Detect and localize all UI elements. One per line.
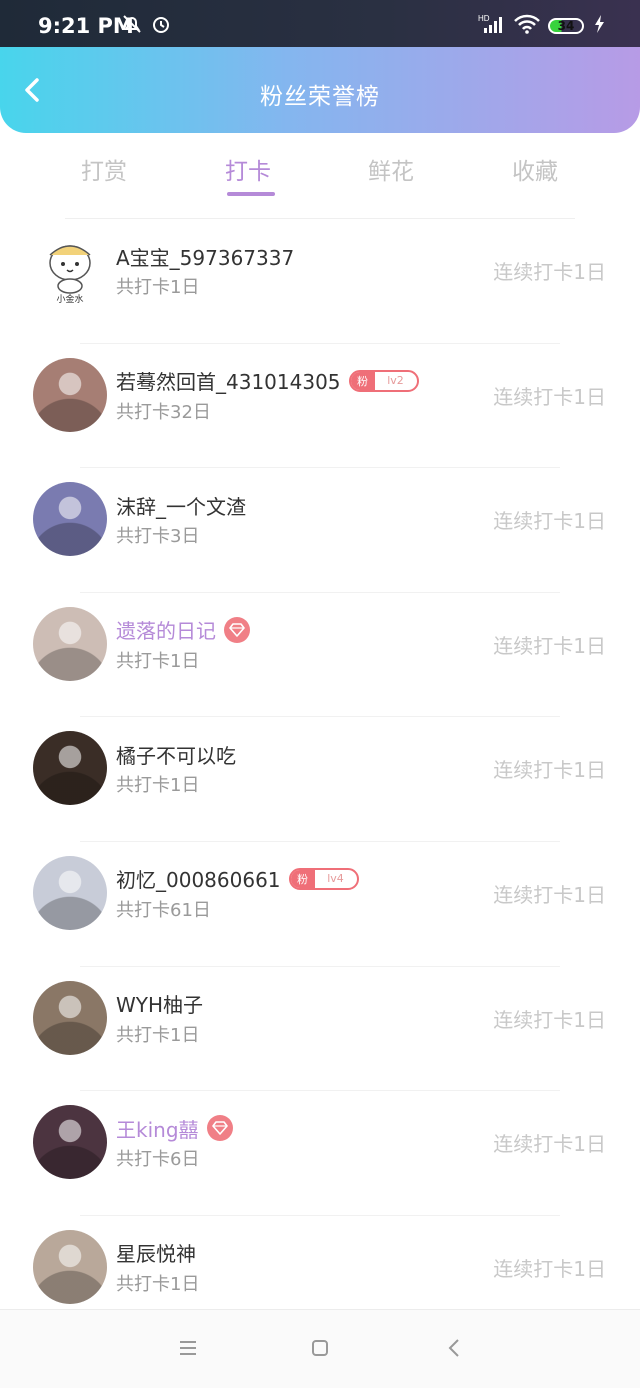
avatar[interactable] bbox=[33, 1229, 107, 1304]
streak-checkins: 连续打卡1日 bbox=[493, 384, 606, 409]
user-name[interactable]: 遗落的日记 bbox=[116, 615, 216, 644]
user-name[interactable]: A宝宝_597367337 bbox=[116, 242, 294, 271]
streak-checkins: 连续打卡1日 bbox=[493, 758, 606, 783]
avatar[interactable] bbox=[33, 606, 107, 681]
tab-bar: 打赏 打卡 鲜花 收藏 bbox=[0, 135, 640, 205]
fan-badge-level: lv2 bbox=[387, 374, 404, 388]
name-line: 若蓦然回首_431014305 粉 lv2 bbox=[116, 367, 419, 395]
fan-badge-key: 粉 bbox=[350, 371, 375, 390]
list-item[interactable]: 小金水 A宝宝_597367337 共打卡1日 连续打卡1日 bbox=[0, 219, 640, 344]
name-line: 王king囍 bbox=[116, 1114, 233, 1142]
streak-checkins: 连续打卡1日 bbox=[493, 882, 606, 907]
tab-label: 收藏 bbox=[512, 159, 558, 185]
mute-bell-icon bbox=[123, 15, 141, 33]
menu-icon[interactable] bbox=[178, 1338, 198, 1358]
streak-checkins: 连续打卡1日 bbox=[493, 1132, 606, 1157]
total-checkins: 共打卡1日 bbox=[116, 775, 200, 797]
hd-signal-icon: HD bbox=[478, 14, 502, 33]
total-checkins: 共打卡3日 bbox=[116, 526, 200, 548]
svg-text:HD: HD bbox=[478, 14, 490, 23]
streak-checkins: 连续打卡1日 bbox=[493, 633, 606, 658]
name-line: 沫辞_一个文渣 bbox=[116, 491, 246, 519]
fan-level-badge: 粉 lv2 bbox=[348, 369, 419, 392]
charging-icon bbox=[595, 15, 604, 33]
list-item[interactable]: 遗落的日记 共打卡1日 连续打卡1日 bbox=[0, 593, 640, 718]
fan-level-badge: 粉 lv4 bbox=[288, 867, 359, 890]
avatar[interactable] bbox=[33, 731, 107, 806]
user-name[interactable]: 若蓦然回首_431014305 bbox=[116, 366, 341, 395]
total-checkins: 共打卡6日 bbox=[116, 1149, 200, 1171]
list-item[interactable]: 王king囍 共打卡6日 连续打卡1日 bbox=[0, 1091, 640, 1216]
total-checkins: 共打卡1日 bbox=[116, 650, 200, 672]
name-line: 星辰悦神 bbox=[116, 1239, 196, 1267]
avatar[interactable] bbox=[33, 482, 107, 557]
status-bar: 9:21 PM HD 34 bbox=[0, 0, 640, 48]
name-line: 遗落的日记 bbox=[116, 616, 250, 644]
total-checkins: 共打卡1日 bbox=[116, 1024, 200, 1046]
avatar[interactable] bbox=[33, 980, 107, 1055]
total-checkins: 共打卡61日 bbox=[116, 899, 211, 921]
tab-reward[interactable]: 打赏 bbox=[59, 152, 149, 186]
user-name[interactable]: 星辰悦神 bbox=[116, 1238, 196, 1267]
user-name[interactable]: 初忆_000860661 bbox=[116, 864, 281, 893]
fan-badge-key: 粉 bbox=[290, 869, 315, 888]
streak-checkins: 连续打卡1日 bbox=[493, 260, 606, 284]
tab-favorites[interactable]: 收藏 bbox=[490, 152, 580, 186]
tab-label: 鲜花 bbox=[368, 159, 414, 185]
avatar[interactable]: 小金水 bbox=[33, 233, 107, 307]
total-checkins: 共打卡1日 bbox=[116, 1273, 200, 1295]
name-line: 初忆_000860661 粉 lv4 bbox=[116, 865, 359, 893]
fan-badge-level: lv4 bbox=[327, 872, 344, 886]
cartoon-avatar-icon: 小金水 bbox=[33, 233, 107, 307]
total-checkins: 共打卡32日 bbox=[116, 401, 211, 423]
header-bar: 粉丝荣誉榜 bbox=[0, 47, 640, 133]
active-tab-indicator bbox=[227, 192, 275, 196]
back-chevron-icon[interactable] bbox=[445, 1338, 465, 1358]
name-line: 橘子不可以吃 bbox=[116, 740, 236, 768]
user-name[interactable]: WYH柚子 bbox=[116, 989, 203, 1018]
user-name[interactable]: 橘子不可以吃 bbox=[116, 740, 236, 769]
streak-checkins: 连续打卡1日 bbox=[493, 509, 606, 534]
avatar[interactable] bbox=[33, 855, 107, 930]
home-square-icon[interactable] bbox=[310, 1338, 330, 1358]
list-item[interactable]: 橘子不可以吃 共打卡1日 连续打卡1日 bbox=[0, 717, 640, 842]
avatar[interactable] bbox=[33, 1105, 107, 1180]
name-line: WYH柚子 bbox=[116, 990, 203, 1018]
name-line: A宝宝_597367337 bbox=[116, 242, 294, 270]
diamond-icon bbox=[224, 616, 250, 643]
list-item[interactable]: WYH柚子 共打卡1日 连续打卡1日 bbox=[0, 967, 640, 1092]
streak-checkins: 连续打卡1日 bbox=[493, 1007, 606, 1032]
list-item[interactable]: 初忆_000860661 粉 lv4 共打卡61日 连续打卡1日 bbox=[0, 842, 640, 967]
alarm-icon bbox=[153, 17, 169, 33]
system-nav-bar bbox=[0, 1309, 640, 1388]
avatar[interactable] bbox=[33, 357, 107, 432]
tab-checkin[interactable]: 打卡 bbox=[203, 152, 293, 196]
status-time: 9:21 PM bbox=[38, 14, 134, 38]
user-name[interactable]: 沫辞_一个文渣 bbox=[116, 491, 246, 520]
diamond-icon bbox=[206, 1115, 233, 1142]
avatar-caption: 小金水 bbox=[56, 293, 83, 304]
fan-ranking-list: 小金水 A宝宝_597367337 共打卡1日 连续打卡1日 若蓦然回首_431… bbox=[0, 219, 640, 1341]
total-checkins: 共打卡1日 bbox=[116, 277, 200, 298]
user-name[interactable]: 王king囍 bbox=[116, 1114, 199, 1143]
wifi-icon bbox=[514, 14, 540, 34]
tab-label: 打赏 bbox=[81, 159, 127, 185]
tab-flowers[interactable]: 鲜花 bbox=[346, 152, 436, 186]
battery-icon: 34 bbox=[548, 18, 584, 34]
page-title: 粉丝荣誉榜 bbox=[260, 84, 380, 110]
list-item[interactable]: 沫辞_一个文渣 共打卡3日 连续打卡1日 bbox=[0, 468, 640, 593]
streak-checkins: 连续打卡1日 bbox=[493, 1256, 606, 1281]
list-item[interactable]: 若蓦然回首_431014305 粉 lv2 共打卡32日 连续打卡1日 bbox=[0, 344, 640, 469]
tab-label: 打卡 bbox=[225, 159, 271, 185]
